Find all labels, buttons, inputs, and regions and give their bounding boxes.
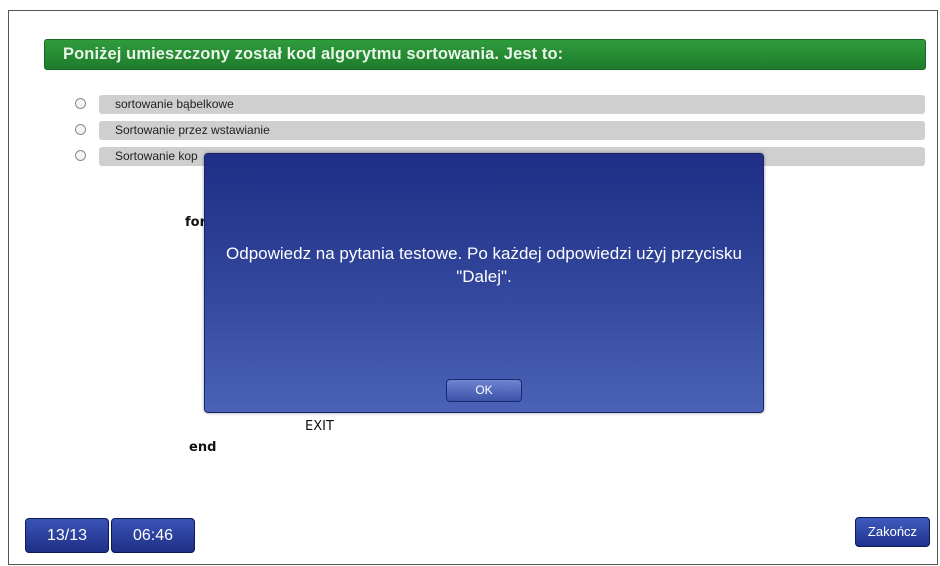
radio-button[interactable] bbox=[75, 150, 86, 161]
radio-button[interactable] bbox=[75, 124, 86, 135]
code-end-keyword: end bbox=[189, 440, 217, 455]
dialog-message: Odpowiedz na pytania testowe. Po każdej … bbox=[226, 244, 742, 286]
answer-option-2[interactable]: Sortowanie przez wstawianie bbox=[75, 121, 926, 140]
question-counter: 13/13 bbox=[25, 518, 109, 553]
answer-option-label: Sortowanie przez wstawianie bbox=[115, 123, 270, 137]
code-exit-keyword: EXIT bbox=[305, 419, 334, 434]
answer-option-bar[interactable]: Sortowanie przez wstawianie bbox=[99, 121, 925, 140]
instruction-dialog: Odpowiedz na pytania testowe. Po każdej … bbox=[204, 153, 764, 413]
question-text: Poniżej umieszczony został kod algorytmu… bbox=[63, 45, 564, 63]
answer-option-bar[interactable]: sortowanie bąbelkowe bbox=[99, 95, 925, 114]
timer-display: 06:46 bbox=[111, 518, 195, 553]
ok-button[interactable]: OK bbox=[446, 379, 522, 402]
radio-button[interactable] bbox=[75, 98, 86, 109]
finish-button[interactable]: Zakończ bbox=[855, 517, 930, 547]
answer-option-label: Sortowanie kop bbox=[115, 149, 198, 163]
answer-option-label: sortowanie bąbelkowe bbox=[115, 97, 234, 111]
code-for-keyword: for bbox=[185, 215, 206, 230]
answer-option-1[interactable]: sortowanie bąbelkowe bbox=[75, 95, 926, 114]
question-header: Poniżej umieszczony został kod algorytmu… bbox=[44, 39, 926, 70]
